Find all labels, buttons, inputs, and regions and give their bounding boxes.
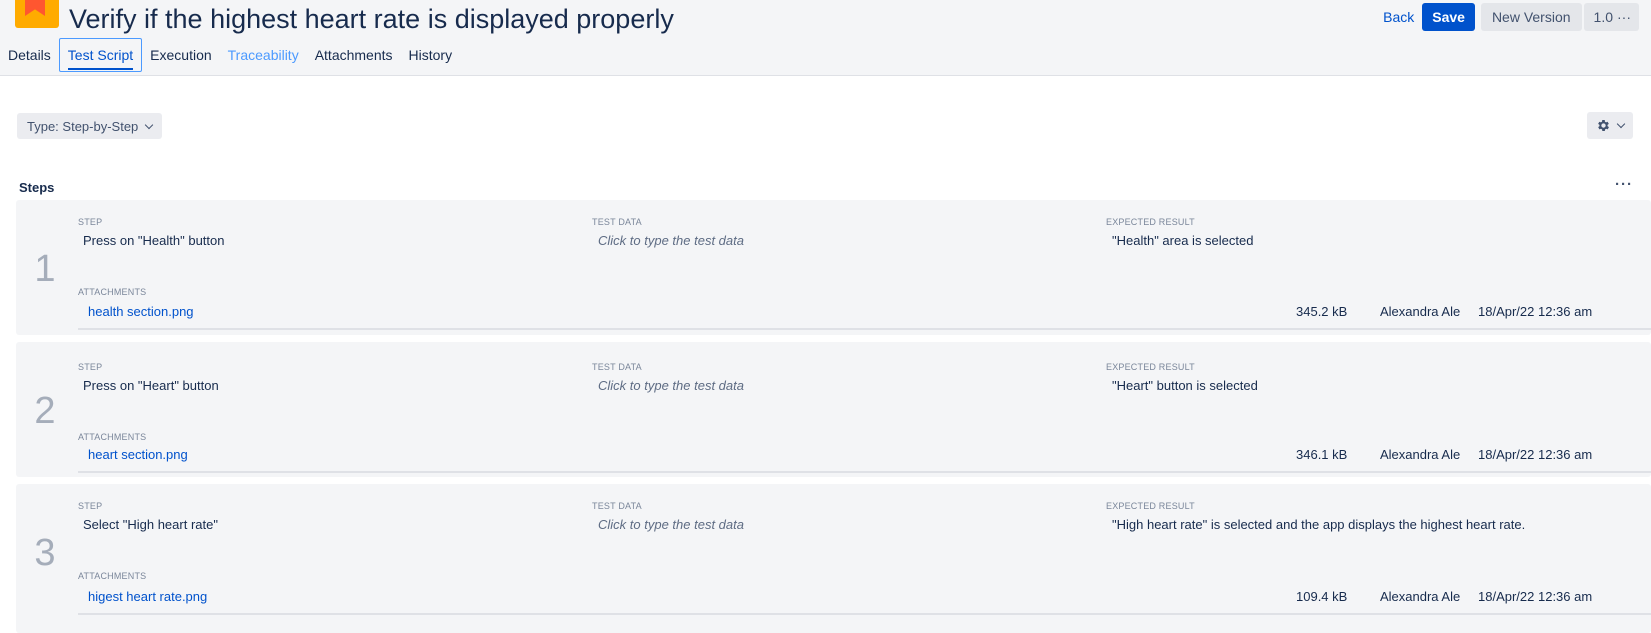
version-label: 1.0 <box>1593 9 1613 25</box>
more-icon: ··· <box>1617 9 1631 25</box>
attachments-label: ATTACHMENTS <box>78 571 147 581</box>
attachment-author: Alexandra Ale <box>1380 589 1461 604</box>
gear-icon <box>1598 120 1609 131</box>
attachment-size: 109.4 kB <box>1296 589 1348 604</box>
project-logo-icon <box>15 0 59 28</box>
step-card: 1 STEP TEST DATA EXPECTED RESULT Press o… <box>16 200 1651 335</box>
attachments-label: ATTACHMENTS <box>78 432 147 442</box>
tab-execution[interactable]: Execution <box>142 38 219 75</box>
test-data-column-label: TEST DATA <box>592 501 642 511</box>
settings-button[interactable] <box>1587 112 1633 139</box>
page-header: Verify if the highest heart rate is disp… <box>0 0 1651 76</box>
expected-result[interactable]: "Heart" button is selected <box>1112 378 1258 393</box>
attachment-link[interactable]: health section.png <box>88 304 194 319</box>
attachment-author: Alexandra Ale <box>1380 304 1461 319</box>
expected-result-column-label: EXPECTED RESULT <box>1106 362 1195 372</box>
attachment-link[interactable]: heart section.png <box>88 447 188 462</box>
step-column-label: STEP <box>78 362 103 372</box>
chevron-down-icon <box>145 120 154 129</box>
step-column-label: STEP <box>78 217 103 227</box>
attachment-link[interactable]: higest heart rate.png <box>88 589 207 604</box>
attachment-date: 18/Apr/22 12:36 am <box>1478 304 1593 319</box>
attachment-row: heart section.png 346.1 kB Alexandra Ale… <box>78 443 1651 473</box>
page-title: Verify if the highest heart rate is disp… <box>69 4 674 34</box>
attachments-label: ATTACHMENTS <box>78 287 147 297</box>
step-card: 2 STEP TEST DATA EXPECTED RESULT Press o… <box>16 342 1651 477</box>
new-version-button[interactable]: New Version <box>1480 3 1582 31</box>
tab-bar: Details Test Script Execution Traceabili… <box>0 38 460 75</box>
test-data-field[interactable]: Click to type the test data <box>598 517 744 532</box>
step-number: 2 <box>34 390 56 432</box>
test-data-field[interactable]: Click to type the test data <box>598 378 744 393</box>
attachment-row: health section.png 345.2 kB Alexandra Al… <box>78 300 1651 330</box>
tab-test-script[interactable]: Test Script <box>58 38 143 72</box>
expected-result-column-label: EXPECTED RESULT <box>1106 217 1195 227</box>
version-dropdown[interactable]: 1.0 ··· <box>1583 3 1639 31</box>
attachment-row: higest heart rate.png 109.4 kB Alexandra… <box>78 585 1651 615</box>
expected-result-column-label: EXPECTED RESULT <box>1106 501 1195 511</box>
tab-history[interactable]: History <box>401 38 461 75</box>
step-description[interactable]: Select "High heart rate" <box>83 517 218 532</box>
script-type-label: Type: Step-by-Step <box>27 118 139 134</box>
expected-result[interactable]: "Health" area is selected <box>1112 233 1253 248</box>
step-column-label: STEP <box>78 501 103 511</box>
tab-details[interactable]: Details <box>0 38 59 75</box>
attachment-size: 346.1 kB <box>1296 447 1348 462</box>
step-number: 1 <box>34 248 56 290</box>
steps-more-icon[interactable]: ··· <box>1615 176 1633 193</box>
header-actions: Back Save New Version 1.0 ··· <box>1375 3 1639 31</box>
back-button[interactable]: Back <box>1375 3 1422 31</box>
step-description[interactable]: Press on "Heart" button <box>83 378 219 393</box>
attachment-size: 345.2 kB <box>1296 304 1348 319</box>
steps-heading: Steps <box>19 180 55 195</box>
attachment-author: Alexandra Ale <box>1380 447 1461 462</box>
save-button[interactable]: Save <box>1422 3 1475 31</box>
attachment-date: 18/Apr/22 12:36 am <box>1478 447 1593 462</box>
step-description[interactable]: Press on "Health" button <box>83 233 224 248</box>
test-data-column-label: TEST DATA <box>592 362 642 372</box>
step-number: 3 <box>34 532 56 574</box>
tab-traceability[interactable]: Traceability <box>220 38 307 75</box>
test-data-column-label: TEST DATA <box>592 217 642 227</box>
script-type-select[interactable]: Type: Step-by-Step <box>17 113 163 139</box>
chevron-down-icon <box>1616 119 1626 129</box>
attachment-date: 18/Apr/22 12:36 am <box>1478 589 1593 604</box>
test-data-field[interactable]: Click to type the test data <box>598 233 744 248</box>
step-card: 3 STEP TEST DATA EXPECTED RESULT Select … <box>16 484 1651 633</box>
tab-attachments[interactable]: Attachments <box>307 38 401 75</box>
expected-result[interactable]: "High heart rate" is selected and the ap… <box>1112 517 1525 532</box>
